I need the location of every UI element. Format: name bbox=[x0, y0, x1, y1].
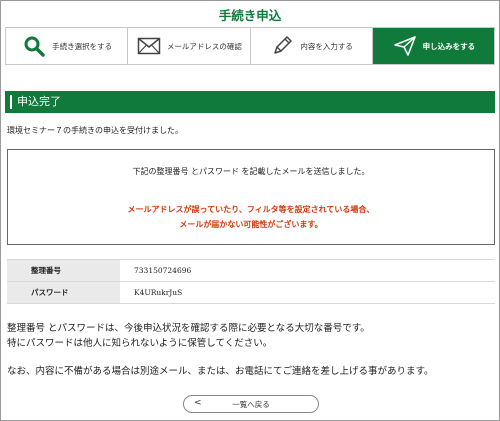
warning-line: メールが届かない可能性がございます。 bbox=[179, 220, 323, 229]
page-frame: 手続き申込 手続き選択をする メールアドレスの確認 内容を入力する 申し込みをす… bbox=[0, 0, 500, 421]
page-title: 手続き申込 bbox=[218, 8, 282, 23]
table-row: 整理番号 733150724696 bbox=[7, 259, 495, 282]
pencil-icon bbox=[269, 35, 295, 57]
step-email-confirm: メールアドレスの確認 bbox=[127, 28, 249, 64]
password-value: K4URukrJuS bbox=[120, 281, 495, 304]
section-heading: 申込完了 bbox=[5, 91, 495, 113]
step-label: 手続き選択をする bbox=[52, 41, 113, 51]
send-icon bbox=[392, 35, 418, 57]
credentials-table: 整理番号 733150724696 パスワード K4URukrJuS bbox=[7, 259, 495, 304]
info-paragraph-line: 整理番号 とパスワードは、今後申込状況を確認する際に必要となる大切な番号です。 bbox=[7, 323, 370, 334]
back-to-list-button[interactable]: < 一覧へ戻る bbox=[183, 395, 319, 413]
notice-text: 下記の整理番号 とパスワード を記載したメールを送信しました。 bbox=[132, 167, 370, 176]
step-progress-bar: 手続き選択をする メールアドレスの確認 内容を入力する 申し込みをする bbox=[5, 27, 495, 65]
warning-text: メールアドレスが誤っていたり、フィルタ等を設定されている場合、 メールが届かない… bbox=[8, 202, 494, 232]
step-label: メールアドレスの確認 bbox=[166, 41, 242, 51]
intro-text: 環境セミナー７の手続きの申込を受付けました。 bbox=[7, 126, 183, 135]
back-button-label: 一覧へ戻る bbox=[232, 400, 270, 409]
reference-number-value: 733150724696 bbox=[120, 259, 495, 282]
search-icon bbox=[21, 35, 47, 57]
envelope-icon bbox=[136, 35, 162, 57]
password-label: パスワード bbox=[7, 281, 120, 304]
table-row: パスワード K4URukrJuS bbox=[7, 281, 495, 304]
step-submit-current: 申し込みをする bbox=[371, 28, 494, 64]
warning-line: メールアドレスが誤っていたり、フィルタ等を設定されている場合、 bbox=[127, 205, 375, 214]
step-enter-details: 内容を入力する bbox=[249, 28, 372, 64]
step-select-procedure: 手続き選択をする bbox=[6, 28, 127, 64]
notice-box: 下記の整理番号 とパスワード を記載したメールを送信しました。 メールアドレスが… bbox=[7, 149, 495, 245]
step-label: 申し込みをする bbox=[422, 41, 476, 51]
info-paragraph-line: 特にパスワードは他人に知られないように保管してください。 bbox=[7, 338, 273, 349]
contact-note: なお、内容に不備がある場合は別途メール、または、お電話にてご連絡を差し上げる事が… bbox=[7, 366, 434, 377]
step-label: 内容を入力する bbox=[300, 41, 353, 51]
reference-number-label: 整理番号 bbox=[7, 259, 120, 282]
